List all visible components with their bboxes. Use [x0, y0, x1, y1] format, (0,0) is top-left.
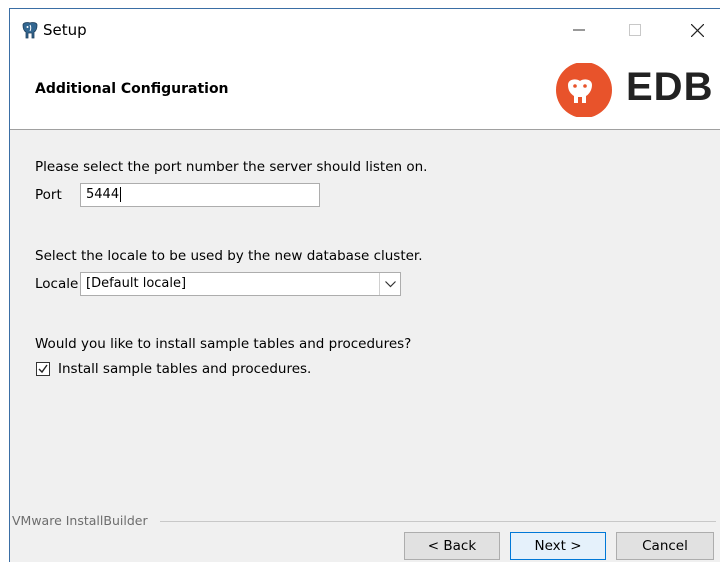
dropdown-arrow[interactable] [379, 273, 400, 295]
checkmark-icon [38, 364, 48, 374]
close-icon [690, 23, 704, 37]
footer-divider [160, 521, 716, 522]
locale-label: Locale [35, 276, 79, 292]
edb-brand-text: EDB [626, 65, 714, 109]
close-button[interactable] [674, 9, 720, 51]
minimize-icon [573, 29, 585, 31]
page-title: Additional Configuration [35, 81, 229, 97]
back-button[interactable]: < Back [404, 532, 500, 560]
next-button[interactable]: Next > [510, 532, 606, 560]
locale-selected-value: [Default locale] [86, 276, 187, 291]
port-prompt: Please select the port number the server… [35, 159, 428, 175]
text-caret [120, 187, 122, 202]
window-title: Setup [43, 21, 87, 39]
port-value: 5444 [86, 187, 120, 202]
maximize-button[interactable] [612, 9, 658, 51]
cancel-button[interactable]: Cancel [616, 532, 714, 560]
sample-prompt: Would you like to install sample tables … [35, 336, 412, 352]
locale-select[interactable]: [Default locale] [80, 272, 401, 296]
postgres-elephant-icon [22, 22, 38, 39]
install-sample-label[interactable]: Install sample tables and procedures. [58, 361, 311, 377]
maximize-icon [629, 24, 641, 36]
locale-prompt: Select the locale to be used by the new … [35, 248, 423, 264]
title-bar: Setup [10, 9, 720, 51]
port-label: Port [35, 187, 62, 203]
setup-window: Setup Additional Configuration EDB Pleas… [9, 8, 720, 562]
page-header: Additional Configuration EDB [10, 51, 720, 130]
chevron-down-icon [384, 280, 396, 287]
install-sample-checkbox[interactable] [36, 362, 50, 376]
vendor-label: VMware InstallBuilder [12, 513, 154, 528]
port-input[interactable]: 5444 [80, 183, 320, 207]
minimize-button[interactable] [556, 9, 602, 51]
